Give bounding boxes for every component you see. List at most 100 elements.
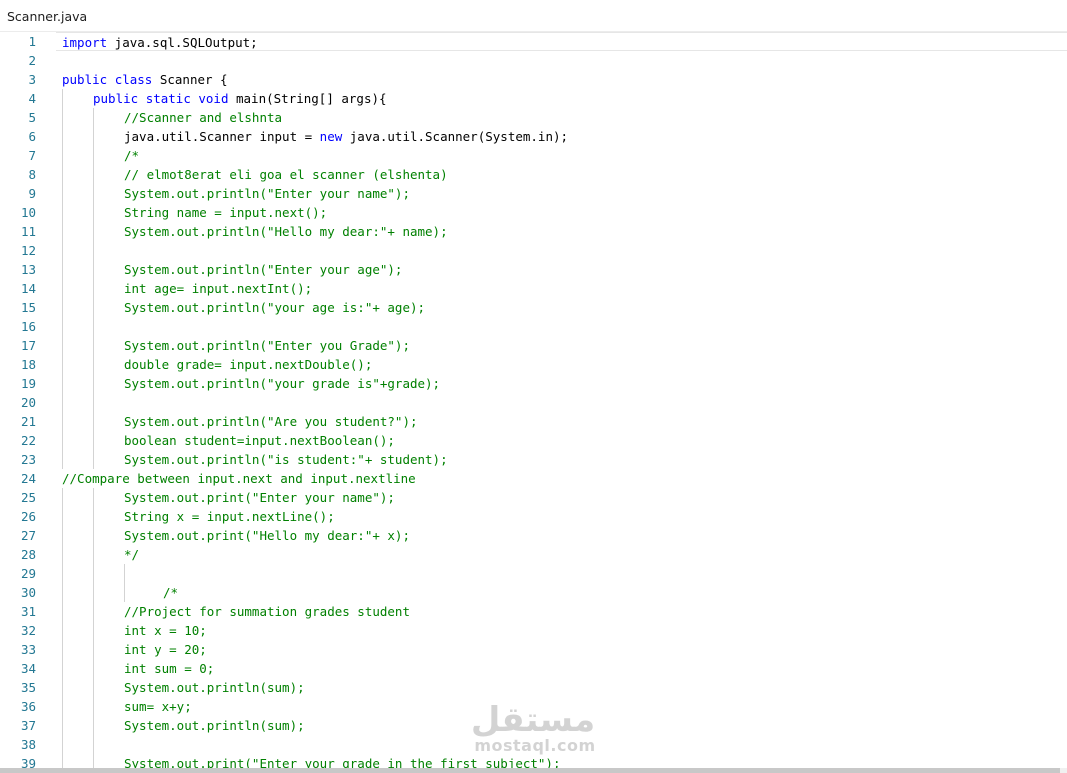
line-number: 4 [28,91,36,106]
code-line[interactable]: 17 System.out.println("Enter you Grade"); [0,336,1067,355]
code-line[interactable]: 28 */ [0,545,1067,564]
code-line-content[interactable]: String name = input.next(); [56,203,1067,222]
code-line-content[interactable]: System.out.println("is student:"+ studen… [56,450,1067,469]
code-editor[interactable]: 1 import java.sql.SQLOutput; 2 3 public clas… [0,32,1067,768]
line-number: 26 [20,509,36,524]
mostaql-watermark: مستقل mostaql.com [466,700,600,758]
code-line-content[interactable]: double grade= input.nextDouble(); [56,355,1067,374]
code-text: /* [124,146,139,165]
code-line[interactable]: 31 //Project for summation grades student [0,602,1067,621]
code-line[interactable]: 8 // elmot8erat eli goa el scanner (elshe… [0,165,1067,184]
code-line[interactable]: 18 double grade= input.nextDouble(); [0,355,1067,374]
code-line-content[interactable]: public static void main(String[] args){ [56,89,1067,108]
code-line-content[interactable]: int age= input.nextInt(); [56,279,1067,298]
code-line[interactable]: 1 import java.sql.SQLOutput; [0,32,1067,51]
code-line-content[interactable]: System.out.println("Are you student?"); [56,412,1067,431]
code-line-content[interactable]: System.out.print("Enter your name"); [56,488,1067,507]
indent-guide [62,336,63,355]
code-line-content[interactable] [56,564,1067,583]
indent-guide [93,298,94,317]
indent-guide [93,108,94,127]
code-line[interactable]: 16 [0,317,1067,336]
code-token: java.util.Scanner input = [124,129,320,144]
code-line-content[interactable]: System.out.print("Hello my dear:"+ x); [56,526,1067,545]
code-line-content[interactable]: System.out.println(sum); [56,678,1067,697]
code-line-content[interactable]: System.out.println("Hello my dear:"+ nam… [56,222,1067,241]
code-line[interactable]: 29 [0,564,1067,583]
code-line-content[interactable]: /* [56,146,1067,165]
horizontal-scrollbar[interactable] [0,768,1067,773]
comment-token: System.out.println("Enter your name"); [124,186,410,201]
indent-guide [93,317,94,336]
keyword-token: static [145,91,191,106]
code-line-content[interactable]: //Project for summation grades student [56,602,1067,621]
code-line-content[interactable]: int y = 20; [56,640,1067,659]
code-line[interactable]: 19 System.out.println("your grade is"+gra… [0,374,1067,393]
indent-guide [62,450,63,469]
code-text: /* [163,583,178,602]
code-line-content[interactable]: String x = input.nextLine(); [56,507,1067,526]
code-line[interactable]: 2 [0,51,1067,70]
indent-guide [62,602,63,621]
code-line-content[interactable]: // elmot8erat eli goa el scanner (elshen… [56,165,1067,184]
code-line[interactable]: 33 int y = 20; [0,640,1067,659]
code-line[interactable]: 9 System.out.println("Enter your name"); [0,184,1067,203]
tab-scanner-java[interactable]: Scanner.java [7,9,87,24]
keyword-token: class [114,72,153,87]
code-line-content[interactable]: System.out.println("your grade is"+grade… [56,374,1067,393]
code-line[interactable]: 13 System.out.println("Enter your age"); [0,260,1067,279]
code-line[interactable]: 10 String name = input.next(); [0,203,1067,222]
code-line[interactable]: 24 //Compare between input.next and input… [0,469,1067,488]
code-line-content[interactable]: /* [56,583,1067,602]
indent-guide [62,697,63,716]
code-line-content[interactable]: int sum = 0; [56,659,1067,678]
code-line[interactable]: 14 int age= input.nextInt(); [0,279,1067,298]
code-text: double grade= input.nextDouble(); [124,355,372,374]
code-line-content[interactable]: boolean student=input.nextBoolean(); [56,431,1067,450]
code-token: java.sql.SQLOutput; [107,35,258,50]
code-line[interactable]: 7 /* [0,146,1067,165]
code-line[interactable]: 21 System.out.println("Are you student?")… [0,412,1067,431]
indent-guide [124,564,125,583]
code-line[interactable]: 5 //Scanner and elshnta [0,108,1067,127]
code-line[interactable]: 32 int x = 10; [0,621,1067,640]
code-line-content[interactable]: //Compare between input.next and input.n… [56,469,1067,488]
code-line[interactable]: 11 System.out.println("Hello my dear:"+ n… [0,222,1067,241]
code-line[interactable]: 34 int sum = 0; [0,659,1067,678]
code-text: int sum = 0; [124,659,214,678]
code-line[interactable]: 25 System.out.print("Enter your name"); [0,488,1067,507]
code-line[interactable]: 3 public class Scanner { [0,70,1067,89]
comment-token: //Project for summation grades student [124,604,410,619]
indent-guide [62,716,63,735]
scrollbar-thumb[interactable] [0,768,1060,773]
code-line-content[interactable] [56,393,1067,412]
code-line[interactable]: 26 String x = input.nextLine(); [0,507,1067,526]
code-text: System.out.println("Enter your name"); [124,184,410,203]
code-line[interactable]: 22 boolean student=input.nextBoolean(); [0,431,1067,450]
code-line-content[interactable]: System.out.println("your age is:"+ age); [56,298,1067,317]
code-line-content[interactable] [56,51,1067,70]
code-line-content[interactable]: */ [56,545,1067,564]
code-line[interactable]: 23 System.out.println("is student:"+ stud… [0,450,1067,469]
code-line[interactable]: 15 System.out.println("your age is:"+ age… [0,298,1067,317]
code-line-content[interactable]: System.out.println("Enter your name"); [56,184,1067,203]
code-line-content[interactable]: System.out.println("Enter your age"); [56,260,1067,279]
code-line[interactable]: 4 public static void main(String[] args){ [0,89,1067,108]
code-line[interactable]: 6 java.util.Scanner input = new java.util… [0,127,1067,146]
code-line[interactable]: 30 /* [0,583,1067,602]
code-line-content[interactable]: System.out.println("Enter you Grade"); [56,336,1067,355]
code-line[interactable]: 20 [0,393,1067,412]
code-line-content[interactable]: //Scanner and elshnta [56,108,1067,127]
indent-guide [62,507,63,526]
code-line-content[interactable]: java.util.Scanner input = new java.util.… [56,127,1067,146]
code-line-content[interactable]: int x = 10; [56,621,1067,640]
code-line[interactable]: 35 System.out.println(sum); [0,678,1067,697]
indent-guide [62,355,63,374]
code-line-content[interactable]: import java.sql.SQLOutput; [56,32,1067,51]
code-line-content[interactable] [56,317,1067,336]
code-line-content[interactable]: public class Scanner { [56,70,1067,89]
code-line-content[interactable] [56,241,1067,260]
code-line[interactable]: 27 System.out.print("Hello my dear:"+ x); [0,526,1067,545]
code-line[interactable]: 12 [0,241,1067,260]
